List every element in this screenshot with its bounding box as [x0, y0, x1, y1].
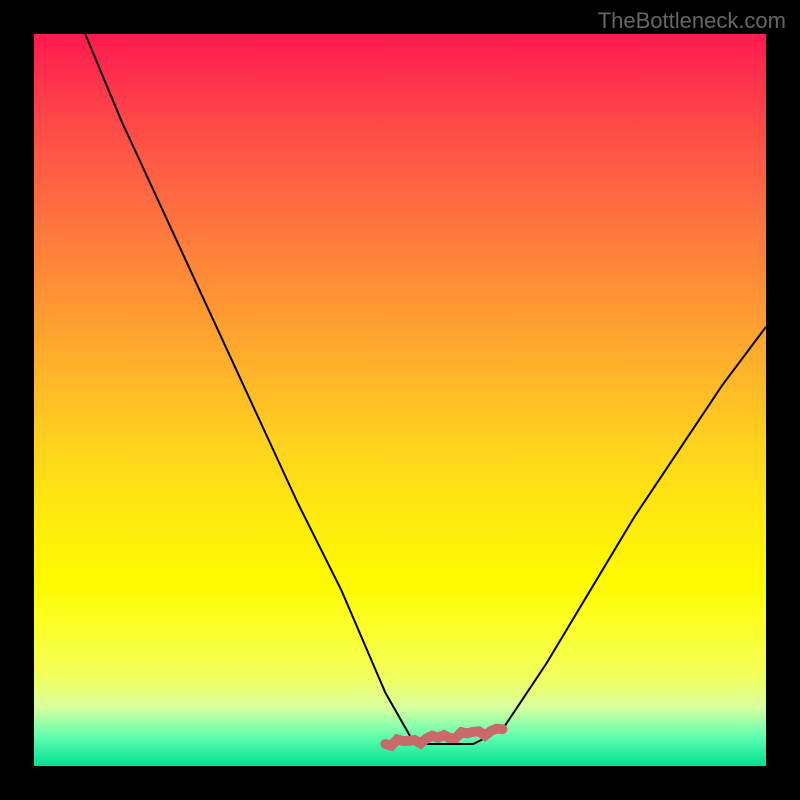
watermark-text: TheBottleneck.com	[598, 8, 786, 34]
bottleneck-curve-line	[85, 34, 766, 744]
chart-plot-area	[34, 34, 766, 766]
chart-svg	[34, 34, 766, 766]
